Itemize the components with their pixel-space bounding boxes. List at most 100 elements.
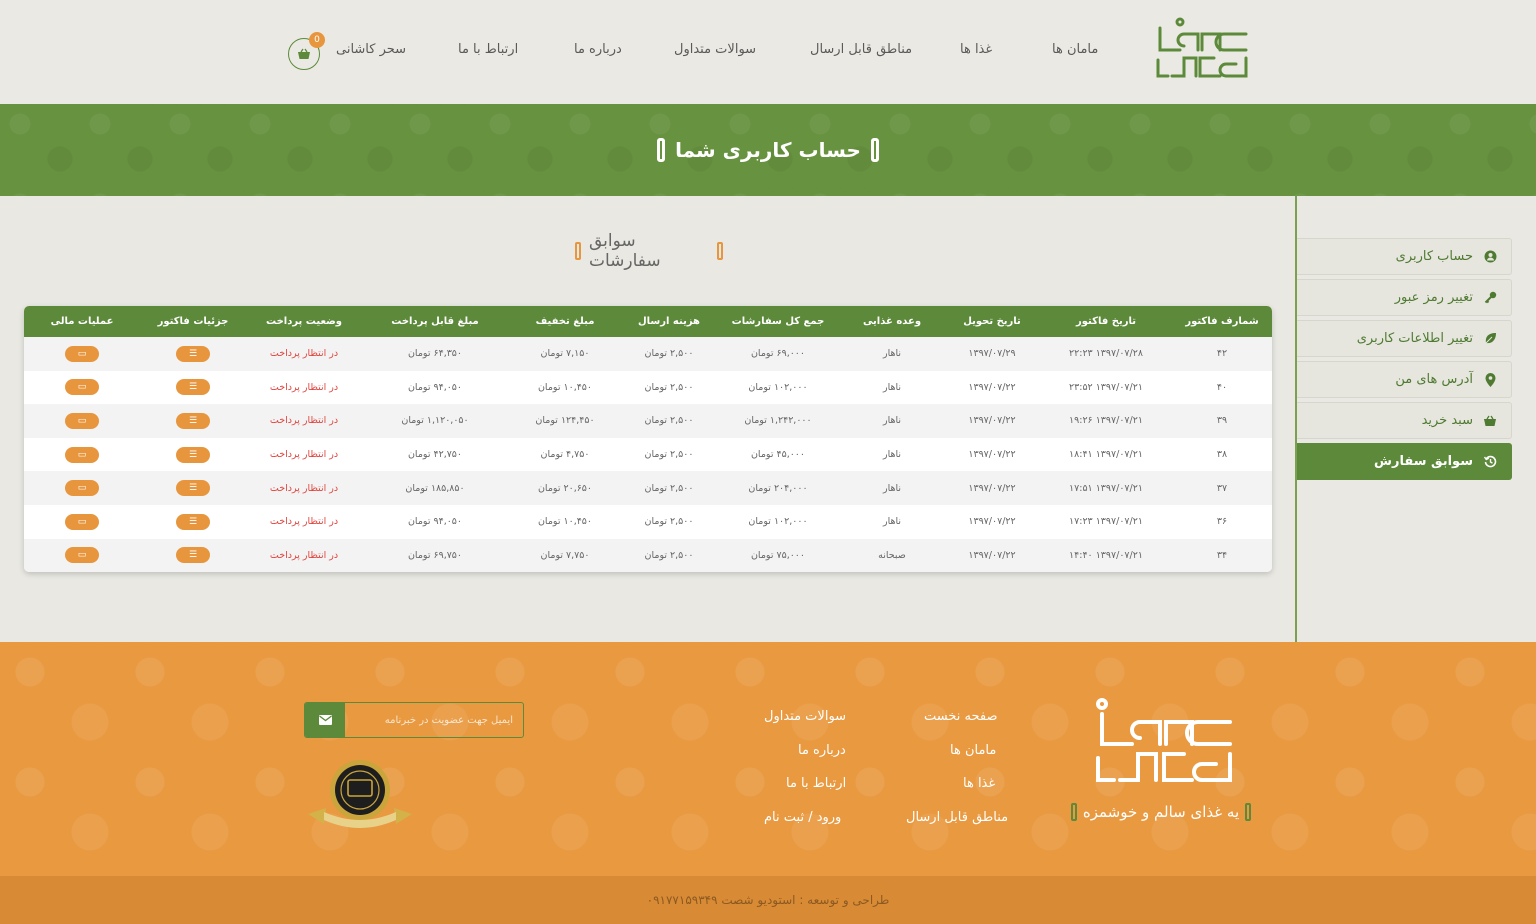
cell-shipping: ۲,۵۰۰ تومان [622, 471, 716, 505]
table-row: ۳۹ ۱۳۹۷/۰۷/۲۱ ۱۹:۲۶ ۱۳۹۷/۰۷/۲۲ ناهار ۱,۲… [24, 404, 1272, 438]
invoice-details-button[interactable]: ☰ [176, 379, 210, 396]
sidebar-item-account[interactable]: حساب کاربری [1297, 238, 1512, 275]
nav-foods[interactable]: غذا ها [960, 42, 992, 66]
cell-invoice-number: ۳۸ [1172, 437, 1272, 472]
footer-link-delivery-areas[interactable]: مناطق قابل ارسال [906, 810, 1008, 825]
newsletter-email-input[interactable] [345, 703, 523, 737]
col-header-invoice-details: جزئیات فاکتور [140, 306, 246, 337]
invoice-details-button[interactable]: ☰ [176, 547, 210, 564]
sidebar-item-edit-info[interactable]: تغییر اطلاعات کاربری [1297, 320, 1512, 357]
footer-link-login-register[interactable]: ورود / ثبت نام [764, 810, 841, 825]
sidebar-item-change-password[interactable]: تغییر رمز عبور [1297, 279, 1512, 316]
site-logo[interactable] [1150, 14, 1252, 86]
history-icon [1483, 455, 1497, 469]
cell-payment-status: در انتظار پرداخت [246, 370, 362, 405]
banner-bottom-wave [0, 188, 1536, 192]
key-icon [1483, 291, 1497, 305]
footer-link-home[interactable]: صفحه نخست [924, 709, 997, 724]
cell-delivery-date: ۱۳۹۷/۰۷/۲۲ [944, 370, 1040, 405]
cell-payment-status: در انتظار پرداخت [246, 404, 362, 438]
cell-invoice-details: ☰ [140, 337, 246, 371]
table-row: ۳۸ ۱۳۹۷/۰۷/۲۱ ۱۸:۴۱ ۱۳۹۷/۰۷/۲۲ ناهار ۴۵,… [24, 437, 1272, 472]
invoice-details-button[interactable]: ☰ [176, 513, 210, 530]
user-name-link[interactable]: سحر کاشانی [336, 42, 406, 66]
sidebar-item-label: سوابق سفارش [1374, 454, 1473, 469]
cell-discount: ۱۰,۴۵۰ تومان [508, 504, 622, 539]
nav-contact[interactable]: ارتباط با ما [458, 42, 518, 66]
nav-faq[interactable]: سوالات متداول [674, 42, 756, 66]
payment-guarantee-badge-icon[interactable] [304, 756, 416, 832]
pay-button[interactable]: ▭ [65, 547, 99, 564]
footer-link-mothers[interactable]: مامان ها [950, 743, 996, 758]
basket-icon [1483, 414, 1497, 428]
cell-shipping: ۲,۵۰۰ تومان [622, 538, 716, 572]
pay-button[interactable]: ▭ [65, 412, 99, 429]
cell-discount: ۷,۷۵۰ تومان [508, 538, 622, 572]
user-circle-icon [1483, 250, 1497, 264]
cell-payable: ۹۴,۰۵۰ تومان [362, 504, 508, 539]
credit-card-icon: ▭ [77, 449, 87, 460]
invoice-details-button[interactable]: ☰ [176, 446, 210, 463]
map-pin-icon [1483, 372, 1497, 387]
cell-total: ۱۰۲,۰۰۰ تومان [716, 370, 840, 405]
cell-invoice-number: ۳۷ [1172, 471, 1272, 505]
cell-total: ۲۰۴,۰۰۰ تومان [716, 471, 840, 505]
cell-payment-status: در انتظار پرداخت [246, 437, 362, 472]
title-mark-icon [1245, 803, 1252, 821]
invoice-details-button[interactable]: ☰ [176, 480, 210, 497]
cell-invoice-date: ۱۳۹۷/۰۷/۲۱ ۱۴:۴۰ [1040, 538, 1172, 572]
cell-invoice-details: ☰ [140, 471, 246, 505]
sidebar-item-cart[interactable]: سبد خرید [1297, 402, 1512, 439]
pay-button[interactable]: ▭ [65, 513, 99, 530]
pay-button[interactable]: ▭ [65, 345, 99, 362]
pay-button[interactable]: ▭ [65, 446, 99, 463]
cell-total: ۷۵,۰۰۰ تومان [716, 538, 840, 572]
cell-delivery-date: ۱۳۹۷/۰۷/۲۹ [944, 337, 1040, 371]
nav-mothers[interactable]: مامان ها [1052, 42, 1098, 66]
sidebar-item-label: حساب کاربری [1395, 249, 1473, 264]
credit-card-icon: ▭ [77, 348, 87, 359]
footer-logo[interactable] [1086, 696, 1236, 792]
page-title-text: حساب کاربری شما [675, 138, 861, 162]
nav-about[interactable]: درباره ما [574, 42, 622, 66]
cell-payment-status: در انتظار پرداخت [246, 471, 362, 505]
footer-link-foods[interactable]: غذا ها [963, 776, 995, 791]
cell-meal: ناهار [840, 370, 944, 405]
table-row: ۴۲ ۱۳۹۷/۰۷/۲۸ ۲۲:۲۳ ۱۳۹۷/۰۷/۲۹ ناهار ۶۹,… [24, 337, 1272, 371]
cell-financial-ops: ▭ [24, 404, 140, 438]
pay-button[interactable]: ▭ [65, 379, 99, 396]
sidebar-item-order-history[interactable]: سوابق سفارش [1297, 443, 1512, 480]
title-mark-icon [870, 138, 879, 162]
cell-payable: ۱,۱۲۰,۰۵۰ تومان [362, 404, 508, 438]
invoice-details-button[interactable]: ☰ [176, 345, 210, 362]
col-header-invoice-number: شمارف فاکتور [1172, 306, 1272, 337]
sidebar-item-addresses[interactable]: آدرس های من [1297, 361, 1512, 398]
footer-link-faq[interactable]: سوالات متداول [764, 709, 846, 724]
cell-invoice-details: ☰ [140, 538, 246, 572]
list-icon: ☰ [188, 382, 198, 393]
cell-total: ۱۰۲,۰۰۰ تومان [716, 504, 840, 539]
section-title-text: سوابق سفارشات [588, 231, 661, 271]
pay-button[interactable]: ▭ [65, 480, 99, 497]
col-header-financial-ops: عملیات مالی [24, 306, 140, 337]
site-header [0, 0, 1536, 104]
newsletter-submit-button[interactable] [305, 703, 345, 737]
orders-table: شمارف فاکتور تاریخ فاکتور تاریخ تحویل وع… [24, 306, 1272, 572]
cell-invoice-date: ۱۳۹۷/۰۷/۲۱ ۱۷:۵۱ [1040, 471, 1172, 505]
cell-delivery-date: ۱۳۹۷/۰۷/۲۲ [944, 471, 1040, 505]
cell-invoice-date: ۱۳۹۷/۰۷/۲۱ ۱۹:۲۶ [1040, 404, 1172, 438]
col-header-discount: مبلغ تخفیف [508, 306, 622, 337]
cell-meal: ناهار [840, 504, 944, 539]
title-mark-icon [717, 242, 723, 260]
nav-delivery-areas[interactable]: مناطق قابل ارسال [810, 42, 912, 66]
credit-card-icon: ▭ [77, 382, 87, 393]
cell-invoice-number: ۳۶ [1172, 504, 1272, 539]
cell-invoice-date: ۱۳۹۷/۰۷/۲۸ ۲۲:۲۳ [1040, 337, 1172, 371]
cell-shipping: ۲,۵۰۰ تومان [622, 437, 716, 472]
cell-meal: ناهار [840, 471, 944, 505]
sidebar-item-label: تغییر اطلاعات کاربری [1356, 331, 1473, 346]
invoice-details-button[interactable]: ☰ [176, 412, 210, 429]
footer-link-contact[interactable]: ارتباط با ما [786, 776, 846, 791]
cell-discount: ۲۰,۶۵۰ تومان [508, 471, 622, 505]
footer-link-about[interactable]: درباره ما [798, 743, 846, 758]
